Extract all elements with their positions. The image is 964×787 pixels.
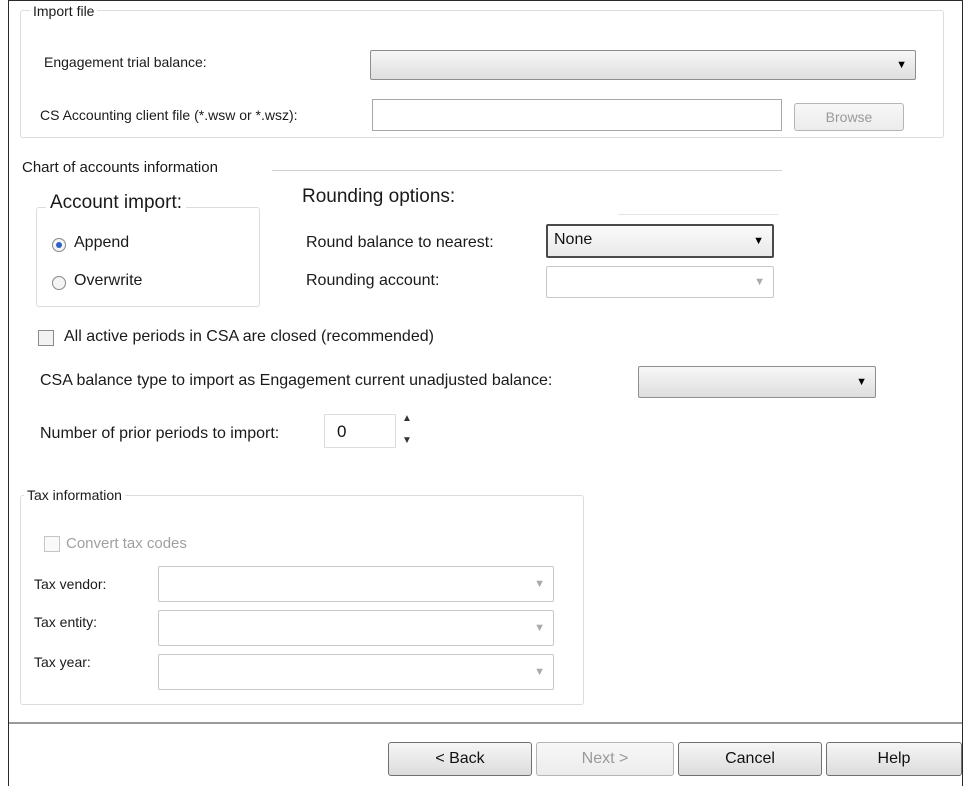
cancel-button[interactable]: Cancel <box>678 742 822 776</box>
chevron-down-icon: ▼ <box>534 666 545 678</box>
round-balance-value: None <box>554 231 593 248</box>
prior-periods-value: 0 <box>337 422 347 441</box>
overwrite-radio[interactable] <box>52 276 66 290</box>
append-radio[interactable] <box>52 238 66 252</box>
balance-type-dropdown[interactable]: ▼ <box>638 366 876 398</box>
chart-of-accounts-legend: Chart of accounts information <box>22 159 218 176</box>
chevron-down-icon: ▼ <box>856 376 867 388</box>
prior-periods-spinner[interactable]: ▲ ▼ <box>398 413 416 449</box>
rounding-options-title: Rounding options: <box>302 186 456 207</box>
chevron-down-icon: ▼ <box>753 235 764 247</box>
round-balance-label: Round balance to nearest: <box>306 234 494 251</box>
help-button[interactable]: Help <box>826 742 962 776</box>
chevron-down-icon: ▼ <box>534 622 545 634</box>
round-balance-dropdown[interactable]: None ▼ <box>546 224 774 258</box>
rounding-account-label: Rounding account: <box>306 272 440 289</box>
convert-tax-codes-label[interactable]: Convert tax codes <box>66 535 187 552</box>
footer-divider <box>9 722 962 724</box>
chevron-down-icon: ▼ <box>534 578 545 590</box>
tax-entity-dropdown[interactable]: ▼ <box>158 610 554 646</box>
trial-balance-label: Engagement trial balance: <box>44 54 207 70</box>
tax-year-dropdown[interactable]: ▼ <box>158 654 554 690</box>
client-file-label: CS Accounting client file (*.wsw or *.ws… <box>40 107 298 123</box>
back-button[interactable]: < Back <box>388 742 532 776</box>
tax-entity-label: Tax entity: <box>34 614 98 630</box>
browse-button[interactable]: Browse <box>794 103 904 131</box>
tax-vendor-label: Tax vendor: <box>34 576 107 592</box>
append-label[interactable]: Append <box>74 234 129 252</box>
import-file-legend: Import file <box>30 3 98 19</box>
arrow-down-icon[interactable]: ▼ <box>402 435 412 446</box>
account-import-group <box>36 207 260 307</box>
periods-closed-checkbox[interactable] <box>38 330 54 346</box>
next-button[interactable]: Next > <box>536 742 674 776</box>
overwrite-label[interactable]: Overwrite <box>74 272 142 290</box>
tax-information-legend: Tax information <box>24 487 125 503</box>
chevron-down-icon: ▼ <box>754 276 765 288</box>
chart-of-accounts-divider <box>272 170 782 171</box>
rounding-divider <box>618 214 778 215</box>
account-import-title: Account import: <box>46 192 186 214</box>
tax-year-label: Tax year: <box>34 654 91 670</box>
tax-vendor-dropdown[interactable]: ▼ <box>158 566 554 602</box>
chevron-down-icon: ▼ <box>896 59 907 71</box>
prior-periods-label: Number of prior periods to import: <box>40 425 280 442</box>
prior-periods-input[interactable]: 0 <box>324 414 396 448</box>
rounding-account-dropdown[interactable]: ▼ <box>546 266 774 298</box>
client-file-input[interactable] <box>372 99 782 131</box>
trial-balance-dropdown[interactable]: ▼ <box>370 50 916 80</box>
periods-closed-label[interactable]: All active periods in CSA are closed (re… <box>64 328 434 346</box>
arrow-up-icon[interactable]: ▲ <box>402 413 412 424</box>
balance-type-label: CSA balance type to import as Engagement… <box>40 372 553 389</box>
convert-tax-codes-checkbox[interactable] <box>44 536 60 552</box>
